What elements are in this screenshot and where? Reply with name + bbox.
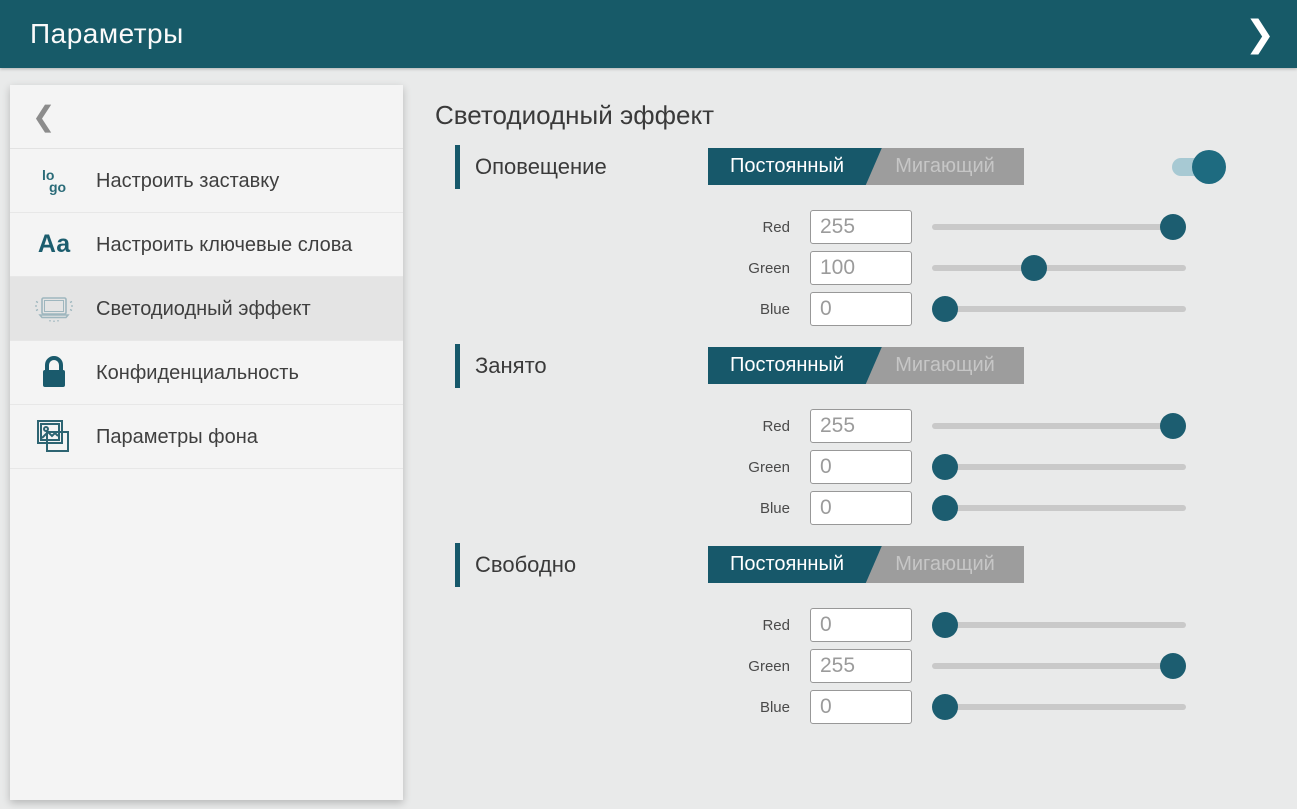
section-busy: Занято Постоянный Мигающий Red Green [435,344,1297,525]
blue-slider[interactable] [932,495,1186,521]
blue-label: Blue [435,500,790,517]
slider-thumb[interactable] [932,296,958,322]
led-effect-icon [28,294,80,324]
blue-channel-row: Blue [435,292,1297,326]
slider-track [932,306,1186,312]
green-slider[interactable] [932,653,1186,679]
section-free: Свободно Постоянный Мигающий Red Green [435,543,1297,724]
sidebar-item-label: Светодиодный эффект [96,296,311,322]
mode-segmented-control: Постоянный Мигающий [708,546,1024,583]
mode-option-blinking[interactable]: Мигающий [866,347,1024,384]
red-slider[interactable] [932,214,1186,240]
green-label: Green [435,260,790,277]
blue-channel-row: Blue [435,491,1297,525]
slider-track [932,505,1186,511]
slider-thumb[interactable] [1160,653,1186,679]
red-channel-row: Red [435,409,1297,443]
slider-track [932,224,1186,230]
red-label: Red [435,219,790,236]
sidebar-item-label: Настроить ключевые слова [96,232,352,258]
slider-thumb[interactable] [932,612,958,638]
sidebar-item-label: Конфиденциальность [96,360,299,386]
forward-chevron-icon[interactable]: ❯ [1245,16,1275,52]
green-channel-row: Green [435,450,1297,484]
section-accent-bar [455,543,460,587]
mode-option-constant[interactable]: Постоянный [708,148,866,185]
slider-track [932,663,1186,669]
settings-sidebar: ❮ lo go Настроить заставку Аа Настроить … [10,85,403,800]
section-accent-bar [455,344,460,388]
mode-option-constant[interactable]: Постоянный [708,347,866,384]
section-alert: Оповещение Постоянный Мигающий Red [435,145,1297,326]
blue-channel-row: Blue [435,690,1297,724]
red-channel-row: Red [435,608,1297,642]
red-value-input[interactable] [810,608,912,642]
slider-thumb[interactable] [1160,413,1186,439]
blue-label: Blue [435,301,790,318]
green-value-input[interactable] [810,450,912,484]
logo-icon: lo go [28,169,80,193]
sidebar-item-led-effect[interactable]: Светодиодный эффект [10,277,403,341]
page-title: Светодиодный эффект [435,100,1297,131]
mode-option-blinking[interactable]: Мигающий [866,546,1024,583]
blue-value-input[interactable] [810,491,912,525]
red-value-input[interactable] [810,409,912,443]
red-channel-row: Red [435,210,1297,244]
blue-slider[interactable] [932,296,1186,322]
lock-icon [28,356,80,390]
green-label: Green [435,459,790,476]
green-value-input[interactable] [810,251,912,285]
blue-value-input[interactable] [810,292,912,326]
mode-option-blinking[interactable]: Мигающий [866,148,1024,185]
section-accent-bar [455,145,460,189]
app-bar: Параметры ❯ [0,0,1297,68]
slider-track [932,622,1186,628]
slider-thumb[interactable] [932,495,958,521]
red-label: Red [435,617,790,634]
sidebar-item-label: Настроить заставку [96,168,279,194]
sidebar-header: ❮ [10,85,403,149]
green-channel-row: Green [435,251,1297,285]
mode-segmented-control: Постоянный Мигающий [708,347,1024,384]
slider-thumb[interactable] [932,454,958,480]
sidebar-item-keywords[interactable]: Аа Настроить ключевые слова [10,213,403,277]
blue-slider[interactable] [932,694,1186,720]
sidebar-item-splash-screen[interactable]: lo go Настроить заставку [10,149,403,213]
green-label: Green [435,658,790,675]
sidebar-item-privacy[interactable]: Конфиденциальность [10,341,403,405]
background-icon [28,418,80,456]
slider-thumb[interactable] [932,694,958,720]
green-value-input[interactable] [810,649,912,683]
green-channel-row: Green [435,649,1297,683]
section-title: Оповещение [475,154,607,180]
back-chevron-icon[interactable]: ❮ [32,100,55,133]
green-slider[interactable] [932,454,1186,480]
slider-track [932,265,1186,271]
alert-enable-toggle[interactable] [1172,150,1228,184]
red-slider[interactable] [932,612,1186,638]
section-title: Занято [475,353,547,379]
red-slider[interactable] [932,413,1186,439]
slider-track [932,423,1186,429]
led-effect-panel: Светодиодный эффект Оповещение Постоянны… [435,68,1297,809]
keywords-icon: Аа [28,230,80,259]
sidebar-item-background[interactable]: Параметры фона [10,405,403,469]
blue-label: Blue [435,699,790,716]
blue-value-input[interactable] [810,690,912,724]
red-label: Red [435,418,790,435]
sidebar-item-label: Параметры фона [96,424,258,450]
slider-track [932,704,1186,710]
green-slider[interactable] [932,255,1186,281]
slider-track [932,464,1186,470]
section-title: Свободно [475,552,576,578]
toggle-knob [1192,150,1226,184]
mode-segmented-control: Постоянный Мигающий [708,148,1024,185]
slider-thumb[interactable] [1160,214,1186,240]
app-title: Параметры [30,18,184,50]
red-value-input[interactable] [810,210,912,244]
slider-thumb[interactable] [1021,255,1047,281]
mode-option-constant[interactable]: Постоянный [708,546,866,583]
